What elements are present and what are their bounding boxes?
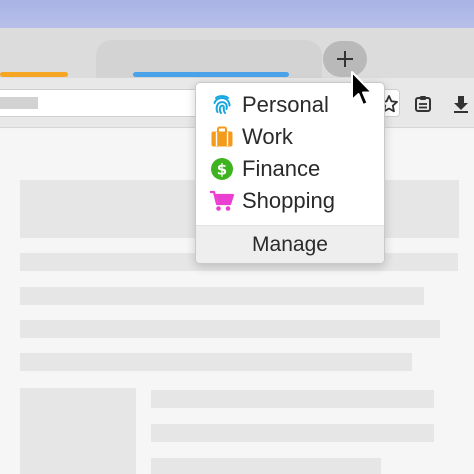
menu-item-label: Shopping [242, 188, 335, 213]
menu-item-label: Work [242, 124, 293, 149]
menu-item-work[interactable]: Work [196, 121, 384, 153]
mouse-cursor-icon [351, 71, 373, 106]
plus-icon [337, 51, 353, 67]
dollar-icon: $ [208, 155, 236, 183]
cart-icon [208, 187, 236, 215]
content-placeholder-line [20, 353, 412, 371]
tab-container-indicator-orange [0, 72, 68, 77]
content-placeholder-line [20, 287, 424, 305]
window-titlebar [0, 0, 474, 28]
manage-containers-button[interactable]: Manage [196, 225, 384, 263]
fingerprint-icon [208, 91, 236, 119]
menu-item-shopping[interactable]: Shopping [196, 185, 384, 217]
menu-item-label: Finance [242, 156, 321, 181]
reading-list-icon[interactable] [412, 93, 434, 115]
content-placeholder-image [20, 388, 136, 474]
tab-container-indicator-blue [133, 72, 289, 77]
menu-item-label: Personal [242, 92, 329, 117]
svg-text:$: $ [217, 161, 227, 179]
download-icon[interactable] [450, 93, 472, 115]
content-placeholder-line [151, 390, 434, 408]
menu-item-finance[interactable]: $ Finance [196, 153, 384, 185]
content-placeholder-line [20, 320, 440, 338]
url-text-placeholder [0, 97, 38, 109]
container-menu: Personal Work $ Finance Shopping Manage [195, 82, 385, 264]
content-placeholder-line [151, 424, 434, 442]
briefcase-icon [208, 123, 236, 151]
content-placeholder-line [151, 458, 381, 474]
